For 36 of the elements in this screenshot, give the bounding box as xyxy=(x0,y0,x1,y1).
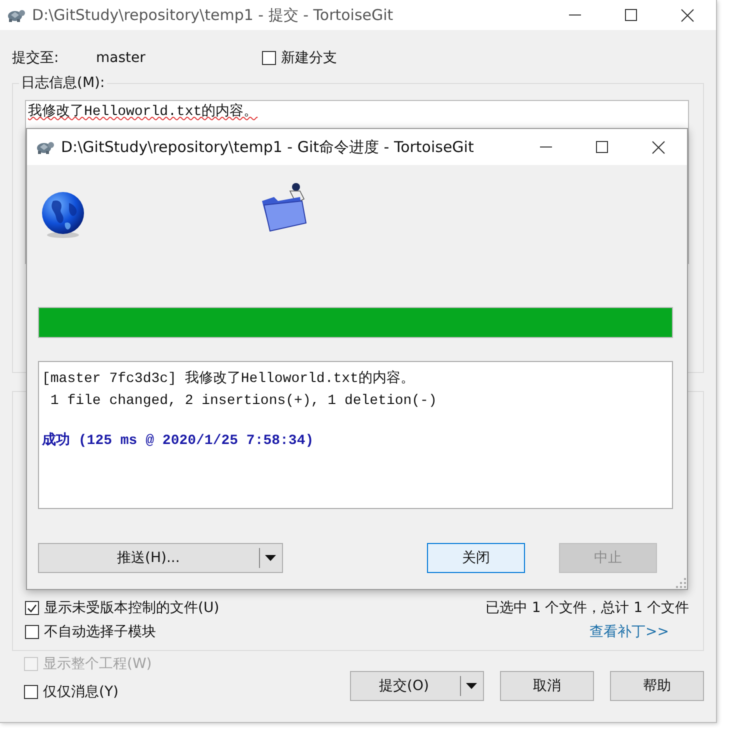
window-title: D:\GitStudy\repository\temp1 - 提交 - TortoiseGit xyxy=(32,6,394,24)
help-button[interactable]: 帮助 xyxy=(610,671,704,701)
caret-icon xyxy=(265,555,276,561)
close-button[interactable]: 关闭 xyxy=(427,543,525,573)
turtle-icon xyxy=(6,7,26,23)
view-patch-link[interactable]: 查看补丁>> xyxy=(590,623,669,641)
group-label: 日志信息(M): xyxy=(19,74,107,92)
resize-grip-icon[interactable] xyxy=(676,578,686,588)
minimize-icon[interactable] xyxy=(569,14,581,16)
success-line: 成功 (125 ms @ 2020/1/25 7:58:34) xyxy=(42,431,315,451)
checkbox[interactable] xyxy=(262,51,276,65)
checkbox[interactable] xyxy=(24,685,38,699)
checkbox-label: 仅仅消息(Y) xyxy=(43,683,118,701)
checkbox-label: 新建分支 xyxy=(281,49,337,67)
dialog-title: D:\GitStudy\repository\temp1 - Git命令进度 - TortoiseGit xyxy=(61,138,475,156)
caret-icon xyxy=(466,683,477,689)
push-button[interactable]: 推送(H)... xyxy=(38,543,283,573)
log-line: 1 file changed, 2 insertions(+), 1 deletion(-) xyxy=(49,392,438,411)
close-icon[interactable] xyxy=(681,8,694,22)
cancel-button[interactable]: 取消 xyxy=(500,671,594,701)
turtle-icon xyxy=(35,139,55,155)
log-line: [master 7fc3d3c] 我修改了Helloworld.txt的内容。 xyxy=(42,369,416,389)
checkbox-label: 不自动选择子模块 xyxy=(44,623,156,641)
checkbox[interactable] xyxy=(25,625,39,639)
maximize-icon[interactable] xyxy=(596,141,608,153)
globe-icon xyxy=(39,191,87,239)
checkbox[interactable] xyxy=(25,601,39,615)
commit-to-label: 提交至: xyxy=(12,49,60,67)
maximize-icon[interactable] xyxy=(625,9,637,21)
checkbox-label: 显示整个工程(W) xyxy=(43,655,152,673)
close-icon[interactable] xyxy=(652,140,665,154)
selection-summary: 已选中 1 个文件，总计 1 个文件 xyxy=(485,599,689,617)
branch-name: master xyxy=(96,50,146,66)
minimize-icon[interactable] xyxy=(540,146,552,148)
commit-button[interactable]: 提交(O) xyxy=(350,671,484,701)
checkbox-label: 显示未受版本控制的文件(U) xyxy=(44,599,220,617)
